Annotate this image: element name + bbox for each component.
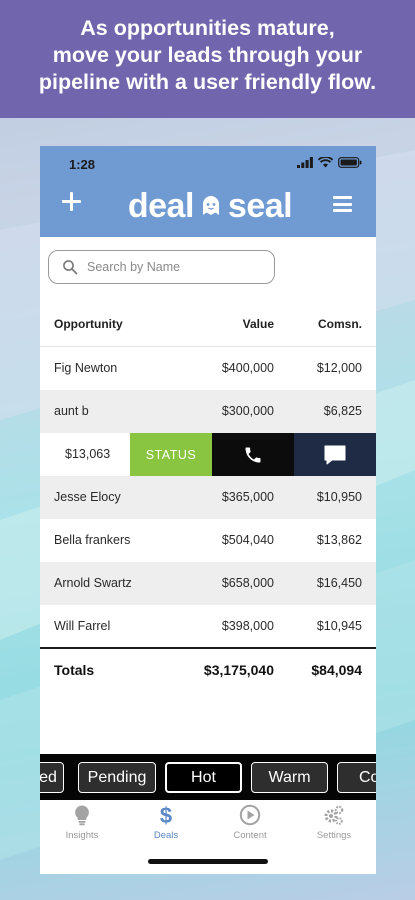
bottom-tab-bar: Insights $ Deals Content Settings <box>40 800 376 874</box>
headline-line-3: pipeline with a user friendly flow. <box>38 70 377 94</box>
phone-icon <box>245 447 261 462</box>
headline-line-2: move your leads through your <box>52 43 363 67</box>
header-commission[interactable]: Comsn. <box>318 317 362 331</box>
search-icon <box>63 260 78 275</box>
filter-chip-warm[interactable]: Warm <box>251 762 328 793</box>
table-row[interactable]: Will Farrel $398,000 $10,945 <box>40 605 376 648</box>
totals-label: Totals <box>54 662 95 678</box>
tab-label: Insights <box>65 830 99 841</box>
app-logo: deal seal <box>118 186 302 226</box>
chat-bubble-icon <box>324 445 346 464</box>
row-value: $300,000 <box>221 404 274 418</box>
row-opportunity: aunt b <box>54 404 89 418</box>
tab-content[interactable]: Content <box>208 804 292 852</box>
headline-line-1: As opportunities mature, <box>80 16 335 40</box>
header-opportunity: Opportunity <box>54 317 123 331</box>
totals-row: Totals $3,175,040 $84,094 <box>40 649 376 692</box>
status-button[interactable]: STATUS <box>130 433 212 476</box>
filter-chip-label: Pending <box>87 768 147 786</box>
search-input[interactable] <box>87 251 267 282</box>
filter-chip-label: Warm <box>268 768 311 786</box>
filter-chip-pending[interactable]: Pending <box>78 762 156 793</box>
row-commission: $6,825 <box>323 404 362 418</box>
app-header: 1:28 deal seal <box>40 146 376 237</box>
phone-screen: 1:28 deal seal Search by Name Opportunit… <box>40 146 376 874</box>
status-icons <box>297 157 362 168</box>
marketing-headline: As opportunities mature, move your leads… <box>0 0 415 118</box>
menu-button[interactable] <box>333 196 352 212</box>
header-value[interactable]: Value <box>243 317 274 331</box>
row-commission: $10,945 <box>316 619 362 633</box>
filter-chip-cold[interactable]: Co <box>337 762 376 793</box>
dollar-icon: $ <box>160 804 172 826</box>
gears-icon <box>324 805 344 825</box>
home-indicator <box>148 859 268 864</box>
deals-table: Opportunity Value Comsn. Fig Newton $400… <box>40 304 376 648</box>
row-value: $504,040 <box>221 533 274 547</box>
totals-value: $3,175,040 <box>203 662 274 678</box>
row-opportunity: Will Farrel <box>54 619 111 633</box>
battery-icon <box>338 157 362 168</box>
status-button-label: STATUS <box>145 447 197 462</box>
filter-chip-label: Co <box>359 768 376 786</box>
wifi-icon <box>318 157 333 168</box>
seal-icon <box>202 196 219 215</box>
signal-icon <box>297 157 313 168</box>
play-circle-icon <box>239 804 261 826</box>
tab-label: Settings <box>316 830 352 841</box>
totals-commission: $84,094 <box>311 662 362 678</box>
swiped-table-row[interactable]: $13,063 STATUS <box>40 433 376 476</box>
row-value: $658,000 <box>221 576 274 590</box>
svg-text:$: $ <box>160 804 172 826</box>
row-opportunity: Bella frankers <box>54 533 131 547</box>
row-value: $398,000 <box>221 619 274 633</box>
tab-label: Content <box>233 830 267 841</box>
table-row[interactable]: Jesse Elocy $365,000 $10,950 <box>40 476 376 519</box>
filter-chip-hot[interactable]: Hot <box>165 762 242 793</box>
row-value: $365,000 <box>221 490 274 504</box>
table-row[interactable]: Arnold Swartz $658,000 $16,450 <box>40 562 376 605</box>
swiped-row-value: $13,063 <box>65 447 111 461</box>
table-row[interactable]: Bella frankers $504,040 $13,862 <box>40 519 376 562</box>
row-opportunity: Jesse Elocy <box>54 490 121 504</box>
tab-label: Deals <box>153 830 179 841</box>
message-button[interactable] <box>294 433 376 476</box>
row-commission: $10,950 <box>316 490 362 504</box>
table-header-row: Opportunity Value Comsn. <box>40 304 376 347</box>
row-opportunity: Fig Newton <box>54 361 118 375</box>
logo-text-deal: deal <box>127 187 195 225</box>
logo-text-seal: seal <box>227 187 293 225</box>
row-value: $400,000 <box>221 361 274 375</box>
lightbulb-icon <box>75 805 89 826</box>
row-commission: $16,450 <box>316 576 362 590</box>
call-button[interactable] <box>212 433 294 476</box>
status-filter-bar[interactable]: ed Pending Hot Warm Co <box>40 754 376 800</box>
table-row[interactable]: Fig Newton $400,000 $12,000 <box>40 347 376 390</box>
status-time: 1:28 <box>69 157 96 172</box>
search-box[interactable] <box>48 250 275 284</box>
row-commission: $12,000 <box>316 361 362 375</box>
row-commission: $13,862 <box>316 533 362 547</box>
tab-insights[interactable]: Insights <box>40 804 124 852</box>
tab-deals[interactable]: $ Deals <box>124 804 208 852</box>
row-opportunity: Arnold Swartz <box>54 576 132 590</box>
filter-chip-closed[interactable]: ed <box>40 762 64 793</box>
filter-chip-label: ed <box>40 768 57 786</box>
table-row[interactable]: aunt b $300,000 $6,825 <box>40 390 376 433</box>
tab-settings[interactable]: Settings <box>292 804 376 852</box>
filter-chip-label: Hot <box>191 768 216 786</box>
add-deal-button[interactable] <box>60 190 84 214</box>
